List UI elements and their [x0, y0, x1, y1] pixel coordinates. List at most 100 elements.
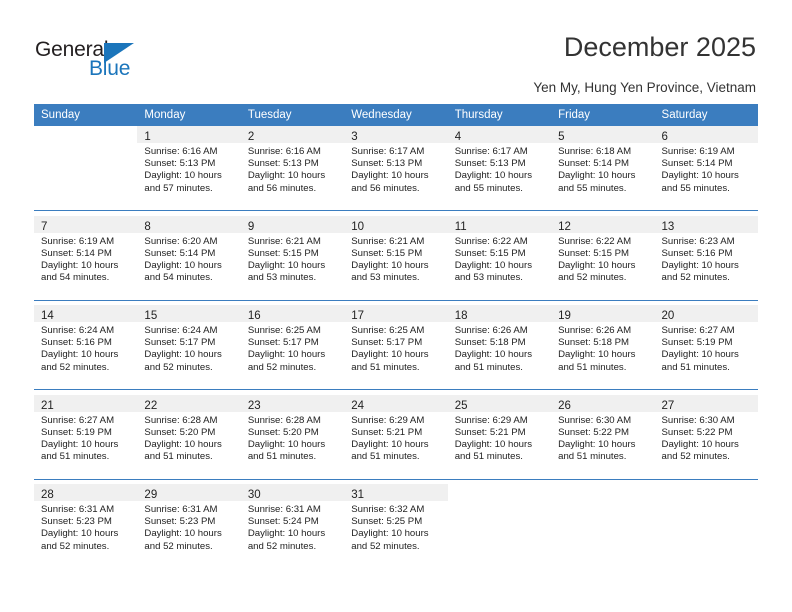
day-cell[interactable]: 26 Sunrise: 6:30 AM Sunset: 5:22 PM Dayligh… [551, 394, 655, 479]
day-detail-line: Sunrise: 6:25 AM [247, 325, 321, 336]
day-details: Sunrise: 6:20 AM Sunset: 5:14 PM Daylight:… [137, 233, 240, 285]
day-cell[interactable]: 5 Sunrise: 6:18 AM Sunset: 5:14 PM Daylight… [551, 126, 655, 210]
day-detail-line: Daylight: 10 hours [247, 528, 326, 540]
day-cell[interactable]: 9 Sunrise: 6:21 AM Sunset: 5:15 PM Daylight… [240, 215, 345, 300]
day-cell[interactable]: 24 Sunrise: 6:29 AM Sunset: 5:21 PM Dayligh… [344, 394, 448, 479]
day-cell[interactable]: 14 Sunrise: 6:24 AM Sunset: 5:16 PM Dayligh… [34, 305, 138, 389]
day-cell[interactable]: 23 Sunrise: 6:28 AM Sunset: 5:20 PM Dayligh… [240, 394, 345, 479]
day-details: Sunrise: 6:22 AM Sunset: 5:15 PM Daylight:… [448, 233, 551, 285]
day-detail-line: Daylight: 10 hours [351, 528, 429, 540]
day-cell[interactable]: 7 Sunrise: 6:19 AM Sunset: 5:14 PM Daylight… [34, 215, 138, 300]
day-cell[interactable]: 2 Sunrise: 6:16 AM Sunset: 5:13 PM Daylight… [240, 126, 345, 210]
day-cell[interactable]: 11 Sunrise: 6:22 AM Sunset: 5:15 PM Dayligh… [447, 215, 552, 300]
day-number: 13 [661, 220, 675, 233]
day-cell[interactable]: 10 Sunrise: 6:21 AM Sunset: 5:15 PM Dayligh… [344, 215, 448, 300]
day-number: 19 [558, 310, 571, 322]
day-number: 30 [247, 489, 261, 501]
day-detail-line: and 55 minutes. [454, 182, 523, 194]
calendar-week-row: 7 Sunrise: 6:19 AM Sunset: 5:14 PM Daylight… [34, 215, 758, 301]
day-detail-line: Sunrise: 6:30 AM [558, 414, 632, 426]
day-cell[interactable]: 18 Sunrise: 6:26 AM Sunset: 5:18 PM Dayligh… [447, 305, 552, 389]
day-detail-line: Sunrise: 6:19 AM [661, 146, 735, 157]
day-cell[interactable]: 4 Sunrise: 6:17 AM Sunset: 5:13 PM Daylight… [447, 126, 552, 210]
calendar-week-row: 1 Sunrise: 6:16 AM Sunset: 5:13 PM Daylight… [34, 126, 758, 211]
day-detail-line: Sunset: 5:22 PM [558, 426, 630, 438]
day-detail-line: Sunset: 5:21 PM [454, 426, 526, 438]
weekday-headers: Sunday Monday Tuesday Wednesday Thursday Frid… [34, 104, 758, 126]
day-detail-line: Sunset: 5:23 PM [144, 516, 216, 528]
day-number: 18 [454, 310, 468, 322]
day-cell[interactable]: 22 Sunrise: 6:28 AM Sunset: 5:20 PM Dayligh… [137, 394, 241, 479]
day-number-bar: 15 [137, 305, 241, 322]
day-cell[interactable]: 20 Sunrise: 6:27 AM Sunset: 5:19 PM Dayligh… [654, 305, 758, 389]
day-detail-line: Daylight: 10 hours [41, 528, 119, 540]
day-detail-line: and 52 minutes. [247, 540, 317, 552]
logo-text-blue: Blue [89, 57, 131, 80]
day-cell[interactable]: 17 Sunrise: 6:25 AM Sunset: 5:17 PM Dayligh… [344, 305, 448, 389]
day-details: Sunrise: 6:28 AM Sunset: 5:20 PM Daylight:… [137, 412, 240, 464]
day-cell[interactable]: 1 Sunrise: 6:16 AM Sunset: 5:13 PM Daylight… [137, 126, 241, 210]
day-detail-line: Sunset: 5:13 PM [144, 158, 216, 170]
day-detail-line: Sunset: 5:13 PM [247, 158, 319, 170]
general-blue-logo[interactable]: General Blue [35, 38, 165, 84]
day-detail-line: and 51 minutes. [661, 361, 730, 373]
day-detail-line: Sunrise: 6:31 AM [41, 504, 115, 515]
day-cell-empty [551, 484, 655, 568]
day-cell[interactable]: 13 Sunrise: 6:23 AM Sunset: 5:16 PM Dayligh… [654, 215, 758, 300]
calendar-header-row: Sunday Monday Tuesday Wednesday Thursday Frid… [34, 104, 758, 126]
day-number: 10 [351, 220, 365, 233]
day-detail-line: and 52 minutes. [558, 272, 627, 284]
day-detail-line: Sunset: 5:17 PM [144, 337, 216, 349]
day-details: Sunrise: 6:31 AM Sunset: 5:24 PM Daylight:… [241, 501, 344, 553]
day-number: 3 [351, 131, 358, 143]
day-cell[interactable]: 19 Sunrise: 6:26 AM Sunset: 5:18 PM Dayligh… [551, 305, 655, 389]
day-cell[interactable]: 25 Sunrise: 6:29 AM Sunset: 5:21 PM Dayligh… [447, 394, 552, 479]
weekday-header-sunday: Sunday [34, 104, 138, 126]
day-cell[interactable]: 21 Sunrise: 6:27 AM Sunset: 5:19 PM Dayligh… [34, 394, 138, 479]
day-number: 6 [661, 131, 668, 143]
day-detail-line: and 52 minutes. [41, 361, 110, 373]
day-cell[interactable]: 31 Sunrise: 6:32 AM Sunset: 5:25 PM Dayligh… [344, 484, 448, 568]
day-detail-line: Daylight: 10 hours [41, 438, 119, 450]
day-cell[interactable]: 6 Sunrise: 6:19 AM Sunset: 5:14 PM Daylight… [654, 126, 758, 210]
day-cell[interactable]: 15 Sunrise: 6:24 AM Sunset: 5:17 PM Dayligh… [137, 305, 241, 389]
day-cell[interactable]: 12 Sunrise: 6:22 AM Sunset: 5:15 PM Dayligh… [551, 215, 655, 300]
day-cell[interactable]: 28 Sunrise: 6:31 AM Sunset: 5:23 PM Dayligh… [34, 484, 138, 568]
day-detail-line: and 51 minutes. [351, 451, 420, 463]
day-cell[interactable]: 8 Sunrise: 6:20 AM Sunset: 5:14 PM Daylight… [137, 215, 241, 300]
day-detail-line: Daylight: 10 hours [661, 349, 739, 361]
day-number: 12 [558, 220, 571, 233]
day-detail-line: Sunset: 5:20 PM [144, 426, 216, 438]
day-number: 11 [454, 220, 467, 233]
day-detail-line: Sunset: 5:18 PM [454, 337, 526, 349]
day-detail-line: and 54 minutes. [144, 272, 213, 284]
day-detail-line: Daylight: 10 hours [558, 349, 636, 361]
day-cell[interactable]: 27 Sunrise: 6:30 AM Sunset: 5:22 PM Dayligh… [654, 394, 758, 479]
day-number-bar: 26 [551, 394, 655, 412]
day-number: 8 [144, 220, 151, 233]
day-detail-line: and 51 minutes. [247, 451, 317, 463]
day-cell[interactable]: 30 Sunrise: 6:31 AM Sunset: 5:24 PM Dayligh… [240, 484, 345, 568]
day-detail-line: Sunrise: 6:29 AM [454, 414, 528, 426]
day-details [34, 143, 137, 146]
day-cell[interactable]: 16 Sunrise: 6:25 AM Sunset: 5:17 PM Dayligh… [240, 305, 345, 389]
day-details: Sunrise: 6:16 AM Sunset: 5:13 PM Daylight:… [241, 143, 344, 195]
day-detail-line: Sunset: 5:14 PM [41, 247, 112, 259]
day-detail-line: and 53 minutes. [351, 272, 420, 284]
day-number-bar: 20 [654, 305, 758, 322]
day-detail-line: Daylight: 10 hours [661, 170, 739, 182]
day-detail-line: Sunset: 5:22 PM [661, 426, 733, 438]
day-details: Sunrise: 6:19 AM Sunset: 5:14 PM Daylight:… [34, 233, 137, 285]
day-cell[interactable]: 3 Sunrise: 6:17 AM Sunset: 5:13 PM Daylight… [344, 126, 448, 210]
day-cell[interactable]: 29 Sunrise: 6:31 AM Sunset: 5:23 PM Dayligh… [137, 484, 241, 568]
day-number-bar: 23 [240, 394, 345, 412]
day-details: Sunrise: 6:19 AM Sunset: 5:14 PM Daylight:… [655, 143, 758, 195]
day-detail-line: and 54 minutes. [41, 272, 110, 284]
day-detail-line: and 51 minutes. [558, 361, 627, 373]
day-number: 5 [558, 131, 565, 143]
day-detail-line: Sunrise: 6:27 AM [41, 414, 115, 426]
day-details: Sunrise: 6:26 AM Sunset: 5:18 PM Daylight:… [448, 322, 551, 374]
day-number-bar: 12 [551, 215, 655, 233]
day-detail-line: Sunset: 5:19 PM [41, 426, 112, 438]
day-detail-line: Sunrise: 6:31 AM [144, 504, 218, 515]
